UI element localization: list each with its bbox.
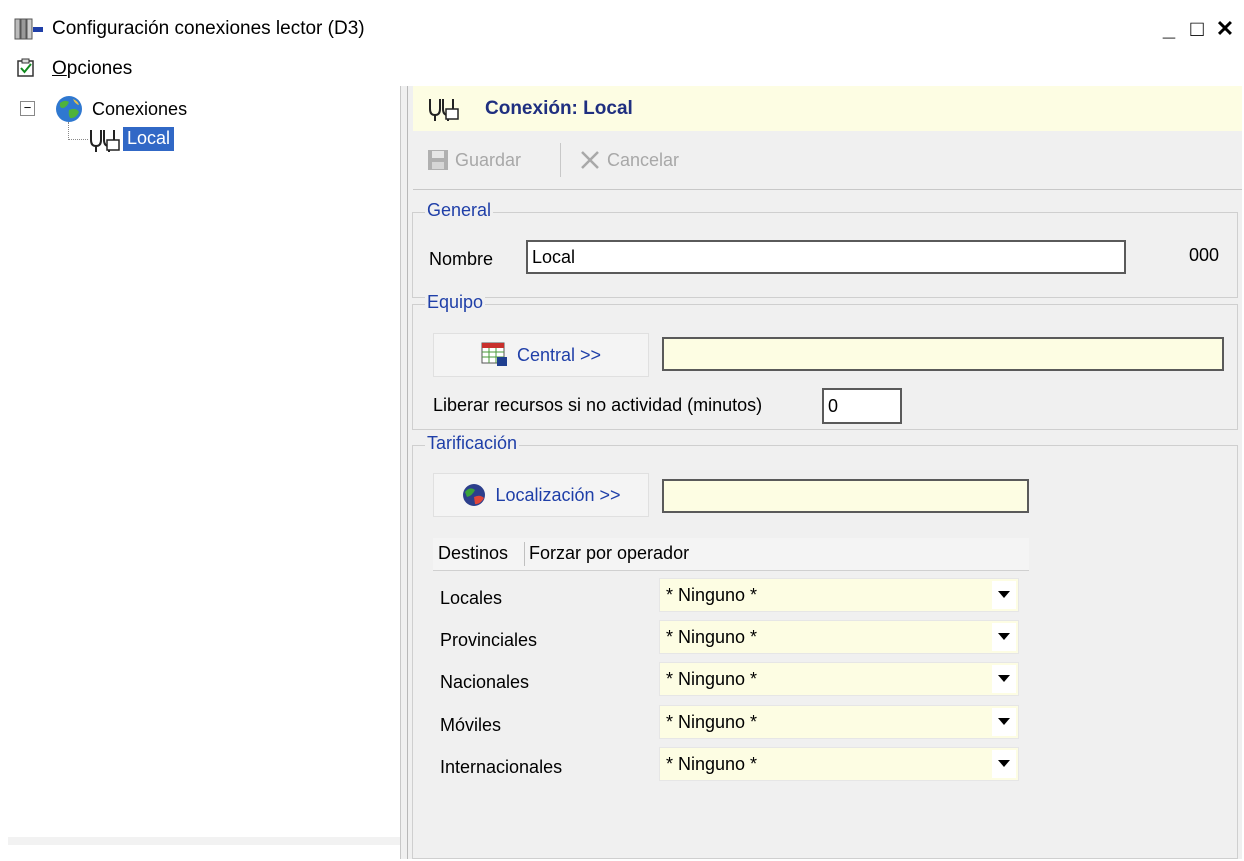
panel-header: Conexión: Local: [413, 86, 1242, 131]
locales-select-value: * Ninguno *: [666, 585, 758, 605]
save-label: Guardar: [455, 149, 522, 170]
close-button[interactable]: ✕: [1214, 16, 1236, 42]
tree-scroll-strip: [8, 837, 400, 845]
name-input[interactable]: [526, 240, 1126, 274]
dropdown-arrow-icon[interactable]: [992, 623, 1016, 651]
cross-icon: [581, 151, 599, 169]
central-value-field[interactable]: [662, 337, 1224, 371]
name-label: Nombre: [429, 249, 494, 269]
minimize-button[interactable]: _: [1158, 16, 1180, 42]
tree-connector: [68, 139, 88, 140]
plug-connection-icon: [90, 130, 120, 152]
tab-destinos[interactable]: Destinos: [438, 543, 508, 564]
moviles-label: Móviles: [440, 715, 502, 735]
cancel-button[interactable]: Cancelar: [579, 145, 679, 175]
menu-opciones-mnemonic: O: [52, 58, 67, 79]
equipo-group: Equipo Central >> Liberar recursos si no…: [412, 292, 1238, 430]
panel-splitter[interactable]: [401, 86, 408, 859]
localizacion-value-field[interactable]: [662, 479, 1029, 513]
toolbar-separator: [560, 143, 561, 177]
internacionales-label: Internacionales: [440, 757, 563, 777]
tree-node-local[interactable]: Local: [123, 127, 175, 151]
plug-connection-icon: [429, 99, 459, 121]
moviles-select-value: * Ninguno *: [666, 712, 758, 732]
save-button[interactable]: Guardar: [427, 145, 521, 175]
dropdown-arrow-icon[interactable]: [992, 708, 1016, 736]
locales-select[interactable]: * Ninguno *: [659, 578, 1019, 612]
tree-collapse-toggle[interactable]: −: [20, 101, 35, 116]
dropdown-arrow-icon[interactable]: [992, 750, 1016, 778]
menu-opciones-label: pciones: [66, 58, 133, 79]
equipo-legend: Equipo: [425, 292, 486, 313]
localizacion-button[interactable]: Localización >>: [433, 473, 649, 517]
nacionales-select[interactable]: * Ninguno *: [659, 662, 1019, 696]
central-label: Central >>: [516, 344, 602, 365]
window-title: Configuración conexiones lector (D3): [52, 18, 365, 39]
title-bar: Configuración conexiones lector (D3) _ □…: [8, 8, 1242, 50]
tarificacion-legend: Tarificación: [425, 433, 520, 454]
menu-bar: Opciones: [8, 50, 1242, 86]
general-legend: General: [425, 200, 494, 221]
tree-connector: [68, 122, 69, 140]
connection-code: 000: [1189, 245, 1220, 265]
internacionales-select[interactable]: * Ninguno *: [659, 747, 1019, 781]
location-globe-icon: [463, 484, 486, 506]
cancel-label: Cancelar: [607, 149, 680, 170]
central-grid-icon: [481, 342, 507, 366]
tab-separator: [524, 542, 525, 566]
locales-label: Locales: [440, 588, 503, 608]
nacionales-select-value: * Ninguno *: [666, 669, 758, 689]
provinciales-label: Provinciales: [440, 630, 538, 650]
tab-forzar-por-operador[interactable]: Forzar por operador: [529, 543, 689, 564]
connection-detail-panel: Conexión: Local Guardar Cancelar General…: [408, 86, 1242, 859]
internacionales-select-value: * Ninguno *: [666, 754, 758, 774]
floppy-disk-icon: [428, 150, 448, 170]
tarificacion-group: Tarificación Localización >> Destinos Fo…: [412, 433, 1238, 859]
toolbar: Guardar Cancelar: [413, 131, 1242, 190]
nacionales-label: Nacionales: [440, 672, 530, 692]
provinciales-select[interactable]: * Ninguno *: [659, 620, 1019, 654]
window-controls: _ □ ✕: [1158, 14, 1236, 44]
release-minutes-input[interactable]: [822, 388, 902, 424]
connections-tree: − Conexiones Local: [8, 86, 401, 859]
central-button[interactable]: Central >>: [433, 333, 649, 377]
provinciales-select-value: * Ninguno *: [666, 627, 758, 647]
app-window: Configuración conexiones lector (D3) _ □…: [8, 8, 1242, 859]
tree-node-conexiones[interactable]: Conexiones: [92, 99, 187, 120]
checklist-icon: [17, 58, 34, 77]
localizacion-label: Localización >>: [495, 484, 621, 505]
dropdown-arrow-icon[interactable]: [992, 581, 1016, 609]
menu-opciones[interactable]: Opciones: [52, 58, 132, 80]
globe-icon: [56, 96, 82, 122]
reader-app-icon: [14, 18, 43, 40]
general-group: General Nombre 000: [412, 200, 1238, 298]
release-resources-label: Liberar recursos si no actividad (minuto…: [433, 395, 763, 415]
panel-title: Conexión: Local: [485, 98, 633, 119]
destinos-tabs: Destinos Forzar por operador: [433, 538, 1029, 571]
maximize-button[interactable]: □: [1186, 16, 1208, 42]
moviles-select[interactable]: * Ninguno *: [659, 705, 1019, 739]
dropdown-arrow-icon[interactable]: [992, 665, 1016, 693]
